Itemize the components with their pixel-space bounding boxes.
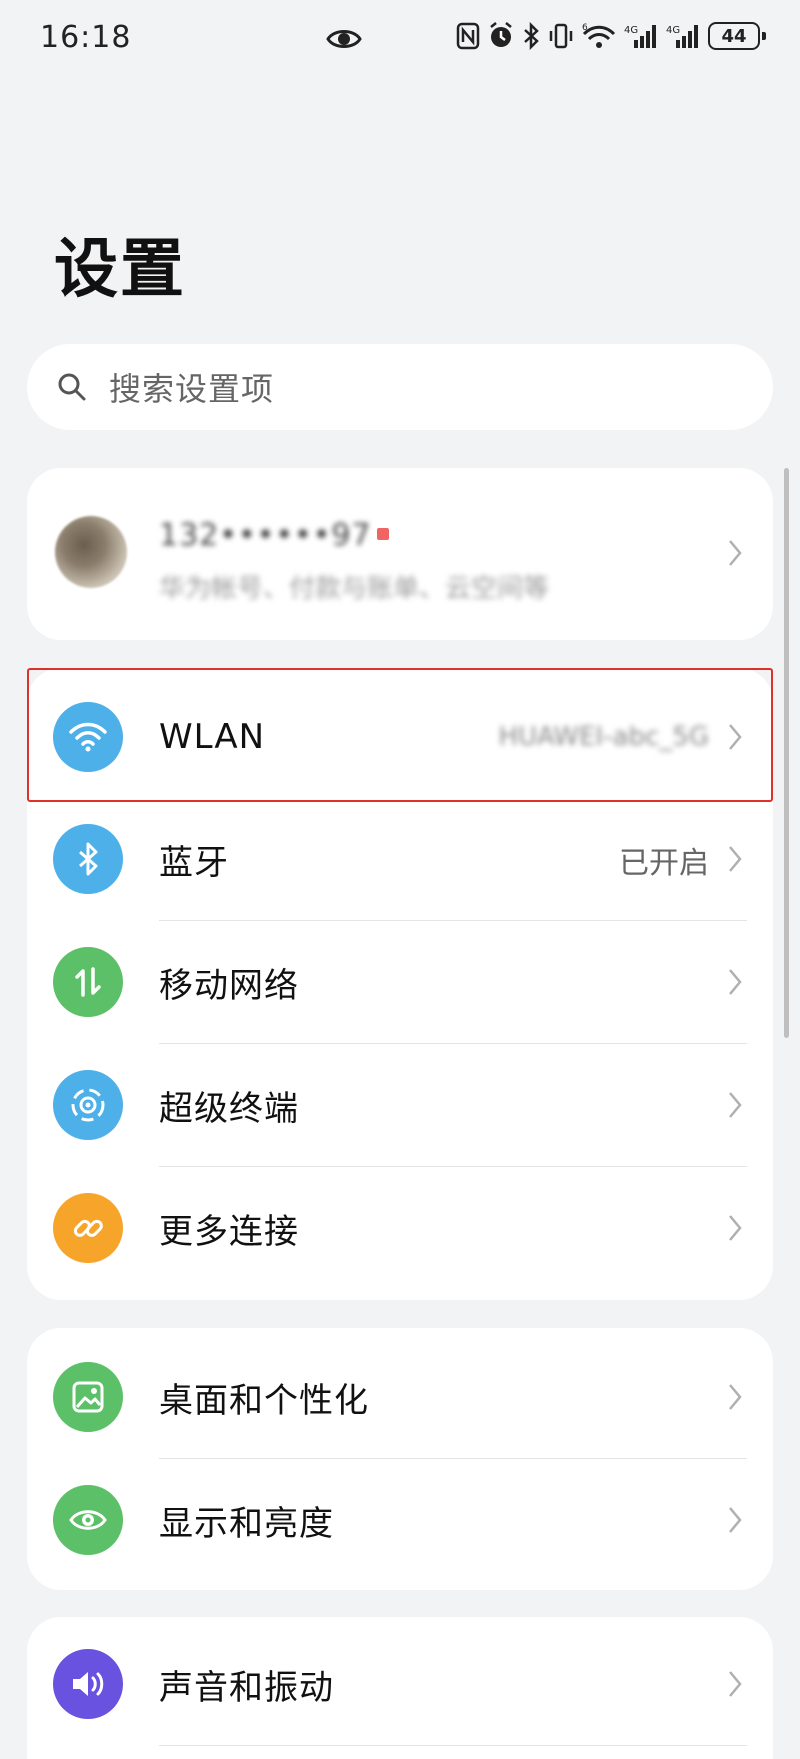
avatar <box>55 516 127 588</box>
setting-row-super-device[interactable]: 超级终端 <box>27 1044 773 1167</box>
super-device-icon <box>53 1070 123 1140</box>
setting-row-desktop-personalization[interactable]: 桌面和个性化 <box>27 1336 773 1459</box>
bluetooth-icon <box>522 22 540 50</box>
setting-label-bluetooth: 蓝牙 <box>159 843 229 883</box>
sound-card: 声音和振动 <box>27 1617 773 1759</box>
mobile-data-icon <box>53 947 123 1017</box>
search-icon <box>57 372 87 402</box>
setting-label-sound-vibration: 声音和振动 <box>159 1668 334 1708</box>
settings-screen: 16:18 6 4G 4G 44 设置 搜索设置项 132••••••97 华为… <box>0 0 800 1759</box>
chevron-right-icon <box>727 1669 743 1703</box>
connectivity-card: WLAN HUAWEI-abc_5G 蓝牙 已开启 移动网络 超级终端 更多连接 <box>27 668 773 1300</box>
battery-icon: 44 <box>708 22 766 50</box>
setting-row-display-brightness[interactable]: 显示和亮度 <box>27 1459 773 1582</box>
setting-row-wlan[interactable]: WLAN HUAWEI-abc_5G <box>27 668 773 798</box>
setting-label-wlan: WLAN <box>159 717 266 757</box>
page-title: 设置 <box>54 233 186 307</box>
chevron-right-icon <box>727 1505 743 1539</box>
signal-4g-icon: 4G <box>666 22 700 50</box>
chevron-right-icon <box>727 1090 743 1124</box>
eye-icon <box>326 24 362 58</box>
alarm-icon <box>488 22 514 50</box>
setting-row-sound-vibration[interactable]: 声音和振动 <box>27 1623 773 1746</box>
status-time: 16:18 <box>40 20 132 55</box>
scrollbar[interactable] <box>784 468 789 1038</box>
bluetooth-icon <box>53 824 123 894</box>
wlan-network-name: HUAWEI-abc_5G <box>498 722 709 752</box>
nfc-icon <box>456 22 480 50</box>
display-card: 桌面和个性化 显示和亮度 <box>27 1328 773 1590</box>
svg-text:6: 6 <box>582 23 588 33</box>
chevron-right-icon <box>727 538 743 572</box>
search-placeholder: 搜索设置项 <box>109 370 275 408</box>
setting-row-bluetooth[interactable]: 蓝牙 已开启 <box>27 798 773 921</box>
setting-row-more-connections[interactable]: 更多连接 <box>27 1167 773 1290</box>
eye-icon <box>53 1485 123 1555</box>
wifi-icon <box>53 702 123 772</box>
account-name: 132••••••97 <box>159 518 372 553</box>
chevron-right-icon <box>727 844 743 878</box>
status-bar: 16:18 6 4G 4G 44 <box>0 0 800 80</box>
setting-label-super-device: 超级终端 <box>159 1089 299 1129</box>
setting-label-mobile-network: 移动网络 <box>159 966 299 1006</box>
wifi-6-icon: 6 <box>582 22 616 50</box>
status-icons: 6 4G 4G 44 <box>456 22 766 50</box>
chevron-right-icon <box>727 1213 743 1247</box>
svg-text:4G: 4G <box>624 25 638 36</box>
bluetooth-status: 已开启 <box>619 845 709 881</box>
svg-text:4G: 4G <box>666 25 680 36</box>
notification-dot <box>377 528 389 540</box>
speaker-icon <box>53 1649 123 1719</box>
setting-label-more-connections: 更多连接 <box>159 1212 299 1252</box>
setting-row-mobile-network[interactable]: 移动网络 <box>27 921 773 1044</box>
chevron-right-icon <box>727 1382 743 1416</box>
divider <box>159 1745 747 1746</box>
chevron-right-icon <box>727 967 743 1001</box>
account-card[interactable]: 132••••••97 华为帐号、付款与账单、云空间等 <box>27 468 773 640</box>
setting-label-display-brightness: 显示和亮度 <box>159 1504 334 1544</box>
vibrate-icon <box>548 22 574 50</box>
search-input[interactable]: 搜索设置项 <box>27 344 773 430</box>
image-icon <box>53 1362 123 1432</box>
account-subtitle: 华为帐号、付款与账单、云空间等 <box>159 574 550 604</box>
chevron-right-icon <box>727 722 743 756</box>
link-icon <box>53 1193 123 1263</box>
signal-4g-icon: 4G <box>624 22 658 50</box>
setting-label-desktop-personalization: 桌面和个性化 <box>159 1381 369 1421</box>
